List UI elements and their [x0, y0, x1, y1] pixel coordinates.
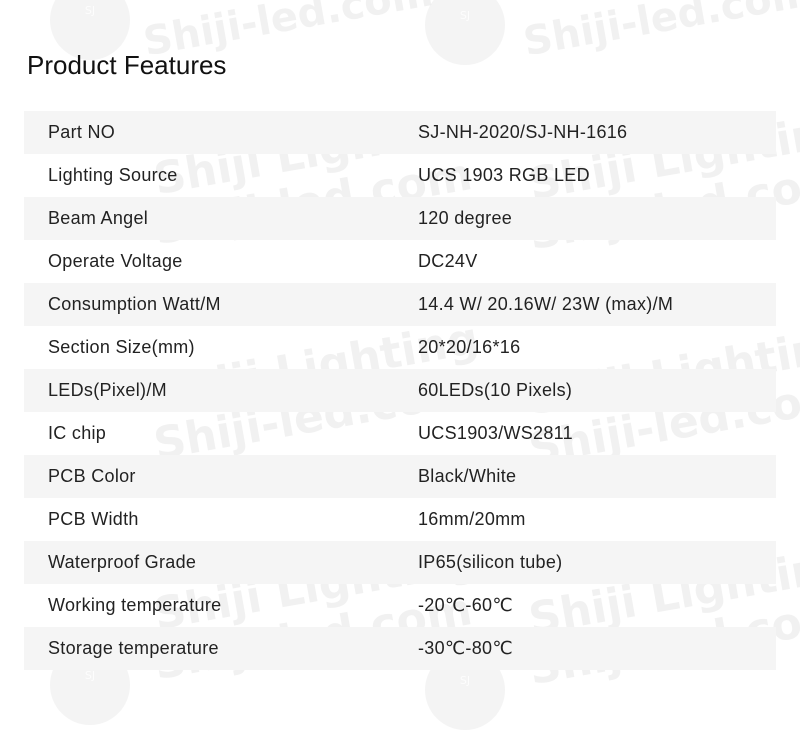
- feature-label: Storage temperature: [48, 638, 219, 658]
- table-row: Beam Angel 120 degree: [24, 197, 776, 240]
- feature-value: UCS1903/WS2811: [418, 423, 573, 443]
- table-row: PCB Color Black/White: [24, 455, 776, 498]
- table-row: Working temperature -20℃-60℃: [24, 584, 776, 627]
- feature-label: Waterproof Grade: [48, 552, 197, 572]
- table-row: Lighting Source UCS 1903 RGB LED: [24, 154, 776, 197]
- feature-value: 14.4 W/ 20.16W/ 23W (max)/M: [418, 294, 674, 314]
- feature-value: 120 degree: [418, 208, 513, 228]
- table-row: Operate Voltage DC24V: [24, 240, 776, 283]
- feature-label: Consumption Watt/M: [48, 294, 221, 314]
- feature-value: SJ-NH-2020/SJ-NH-1616: [418, 122, 628, 142]
- table-row: PCB Width 16mm/20mm: [24, 498, 776, 541]
- feature-label: Working temperature: [48, 595, 222, 615]
- feature-label: Part NO: [48, 122, 116, 142]
- feature-value: Black/White: [418, 466, 517, 486]
- feature-label: LEDs(Pixel)/M: [48, 380, 167, 400]
- table-row: Waterproof Grade IP65(silicon tube): [24, 541, 776, 584]
- feature-label: Section Size(mm): [48, 337, 195, 357]
- feature-value: 16mm/20mm: [418, 509, 526, 529]
- feature-label: PCB Width: [48, 509, 139, 529]
- feature-label: PCB Color: [48, 466, 136, 486]
- features-table: Part NO SJ-NH-2020/SJ-NH-1616 Lighting S…: [24, 111, 776, 670]
- feature-label: Operate Voltage: [48, 251, 183, 271]
- feature-label: Beam Angel: [48, 208, 149, 228]
- watermark-logo-icon: SJ: [425, 0, 505, 65]
- feature-value: 60LEDs(10 Pixels): [418, 380, 573, 400]
- feature-label: Lighting Source: [48, 165, 178, 185]
- table-row: Storage temperature -30℃-80℃: [24, 627, 776, 670]
- feature-value: IP65(silicon tube): [418, 552, 563, 572]
- feature-label: IC chip: [48, 423, 107, 443]
- page-title: Product Features: [27, 50, 227, 80]
- table-row: LEDs(Pixel)/M 60LEDs(10 Pixels): [24, 369, 776, 412]
- table-row: IC chip UCS1903/WS2811: [24, 412, 776, 455]
- watermark-site: Shiji-led.com: [520, 0, 800, 66]
- feature-value: -30℃-80℃: [418, 638, 513, 658]
- feature-value: UCS 1903 RGB LED: [418, 165, 590, 185]
- feature-value: DC24V: [418, 251, 478, 271]
- feature-value: -20℃-60℃: [418, 595, 513, 615]
- table-row: Section Size(mm) 20*20/16*16: [24, 326, 776, 369]
- table-row: Consumption Watt/M 14.4 W/ 20.16W/ 23W (…: [24, 283, 776, 326]
- feature-value: 20*20/16*16: [418, 337, 521, 357]
- table-row: Part NO SJ-NH-2020/SJ-NH-1616: [24, 111, 776, 154]
